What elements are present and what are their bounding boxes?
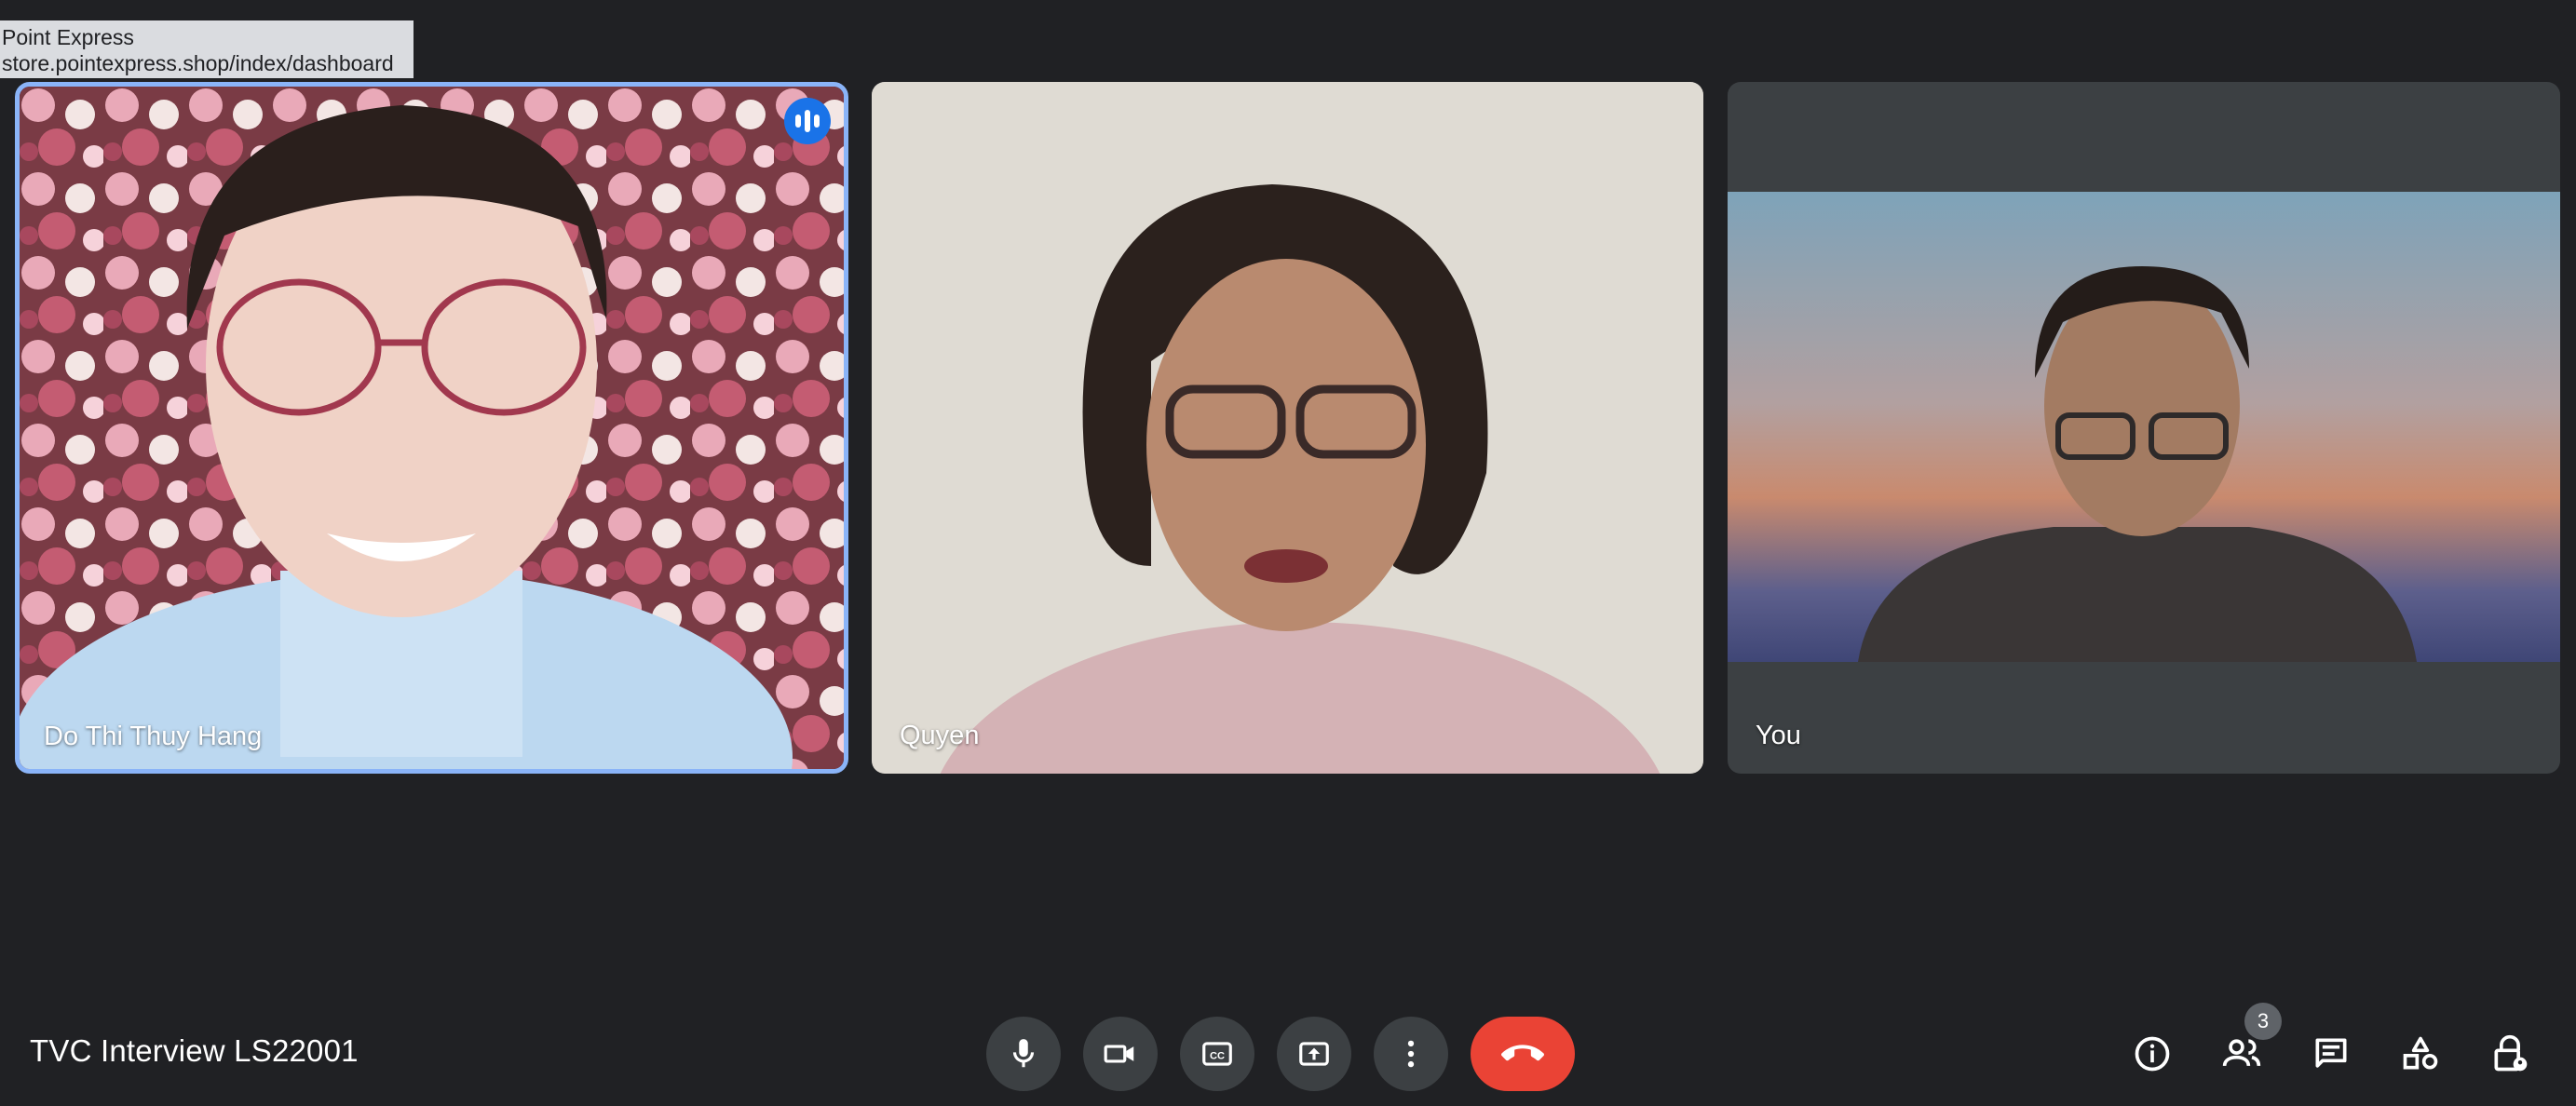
participant-video	[20, 87, 844, 769]
tooltip-title: Point Express	[2, 25, 134, 49]
meeting-title: TVC Interview LS22001	[30, 1033, 359, 1068]
participant-count-badge: 3	[2244, 1003, 2282, 1040]
camera-icon	[1104, 1045, 1134, 1063]
host-controls-icon	[2494, 1034, 2528, 1072]
participant-name: Quyen	[900, 721, 980, 750]
captions-icon: CC	[1202, 1042, 1232, 1066]
more-options-icon	[1407, 1040, 1415, 1068]
participant-tile-quyen[interactable]: Quyen	[872, 82, 1703, 774]
participant-tile-do-thi-thuy-hang[interactable]: Do Thi Thuy Hang	[15, 82, 848, 774]
chat-button[interactable]	[2298, 1020, 2365, 1087]
microphone-button[interactable]	[986, 1017, 1061, 1091]
activities-button[interactable]	[2387, 1020, 2454, 1087]
svg-text:CC: CC	[1210, 1051, 1225, 1062]
microphone-icon	[1012, 1039, 1035, 1068]
host-controls-button[interactable]	[2476, 1020, 2543, 1087]
participant-name: You	[1756, 721, 1801, 750]
captions-button[interactable]: CC	[1180, 1017, 1254, 1091]
camera-button[interactable]	[1083, 1017, 1158, 1091]
end-call-icon	[1501, 1045, 1544, 1061]
info-icon	[2135, 1036, 2170, 1072]
present-now-button[interactable]	[1277, 1017, 1351, 1091]
activities-icon	[2403, 1036, 2438, 1070]
meeting-details-button[interactable]	[2119, 1020, 2186, 1087]
participant-video	[872, 82, 1703, 774]
leave-call-button[interactable]	[1471, 1017, 1575, 1091]
speaking-indicator-icon	[784, 98, 831, 144]
participant-tile-you[interactable]: You	[1728, 82, 2560, 774]
participant-video	[1728, 192, 2560, 662]
present-screen-icon	[1299, 1042, 1329, 1066]
more-options-button[interactable]	[1374, 1017, 1448, 1091]
people-icon	[2222, 1039, 2261, 1067]
chat-icon	[2315, 1038, 2347, 1068]
participant-name: Do Thi Thuy Hang	[44, 722, 263, 751]
link-hover-tooltip: Point Express store.pointexpress.shop/in…	[0, 20, 414, 78]
tooltip-url: store.pointexpress.shop/index/dashboard	[2, 51, 394, 75]
